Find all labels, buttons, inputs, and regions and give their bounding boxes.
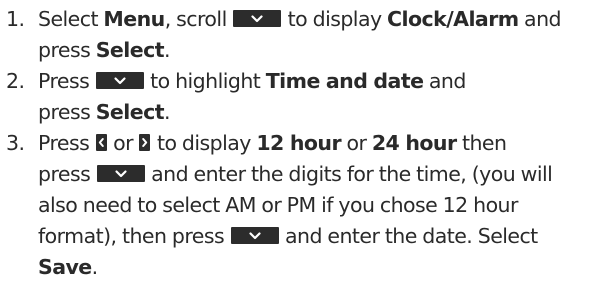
chevron-down-key-icon: [96, 165, 145, 182]
step-text: press: [38, 38, 96, 62]
step-text: .: [163, 38, 171, 62]
step-text: and enter the digits for the time, (you …: [145, 162, 553, 186]
step-text: Press: [38, 69, 95, 93]
step-text: .: [91, 255, 99, 279]
step-line: Press or to display 12 hour or 24 hour t…: [38, 128, 507, 158]
select-term: Select: [95, 38, 165, 62]
step-number: 2.: [6, 69, 25, 93]
12-hour-term: 12 hour: [256, 131, 342, 155]
step-text: , scroll: [164, 7, 233, 31]
chevron-right-key-icon: [139, 134, 151, 151]
step-text: to highlight: [144, 69, 266, 93]
chevron-down-key-icon: [95, 72, 144, 89]
select-term: Select: [95, 100, 165, 124]
clock-alarm-term: Clock/Alarm: [387, 7, 519, 31]
step-text: or: [107, 131, 139, 155]
step-line: press Select.: [38, 35, 170, 65]
step-line: format), then press and enter the date. …: [38, 221, 538, 251]
chevron-left-key-icon: [95, 134, 107, 151]
time-and-date-term: Time and date: [265, 69, 424, 93]
step-text: or: [341, 131, 372, 155]
step-text: to display: [151, 131, 257, 155]
step-text: to display: [282, 7, 388, 31]
step-text: Press: [38, 131, 95, 155]
chevron-down-key-icon: [233, 10, 282, 27]
step-number: 3.: [6, 131, 25, 155]
step-text: Select: [38, 7, 104, 31]
step-text: and: [518, 7, 561, 31]
step-text: format), then press: [38, 224, 230, 248]
step-line: press and enter the digits for the time,…: [38, 159, 553, 189]
save-term: Save: [38, 255, 92, 279]
step-line: Press to highlight Time and date and: [38, 66, 466, 96]
instructions-document: 1. Select Menu, scroll to display Clock/…: [0, 0, 590, 308]
step-number: 1.: [6, 7, 25, 31]
24-hour-term: 24 hour: [371, 131, 457, 155]
chevron-down-key-icon: [230, 227, 279, 244]
step-text: .: [163, 100, 171, 124]
step-line: press Select.: [38, 97, 170, 127]
step-text: and: [423, 69, 466, 93]
step-text: then: [456, 131, 507, 155]
step-text: also need to select AM or PM if you chos…: [38, 193, 518, 217]
step-text: and enter the date. Select: [279, 224, 538, 248]
menu-term: Menu: [103, 7, 165, 31]
step-line: also need to select AM or PM if you chos…: [38, 190, 518, 220]
step-line: Select Menu, scroll to display Clock/Ala…: [38, 4, 562, 34]
step-line: Save.: [38, 252, 98, 282]
step-text: press: [38, 162, 96, 186]
step-text: press: [38, 100, 96, 124]
